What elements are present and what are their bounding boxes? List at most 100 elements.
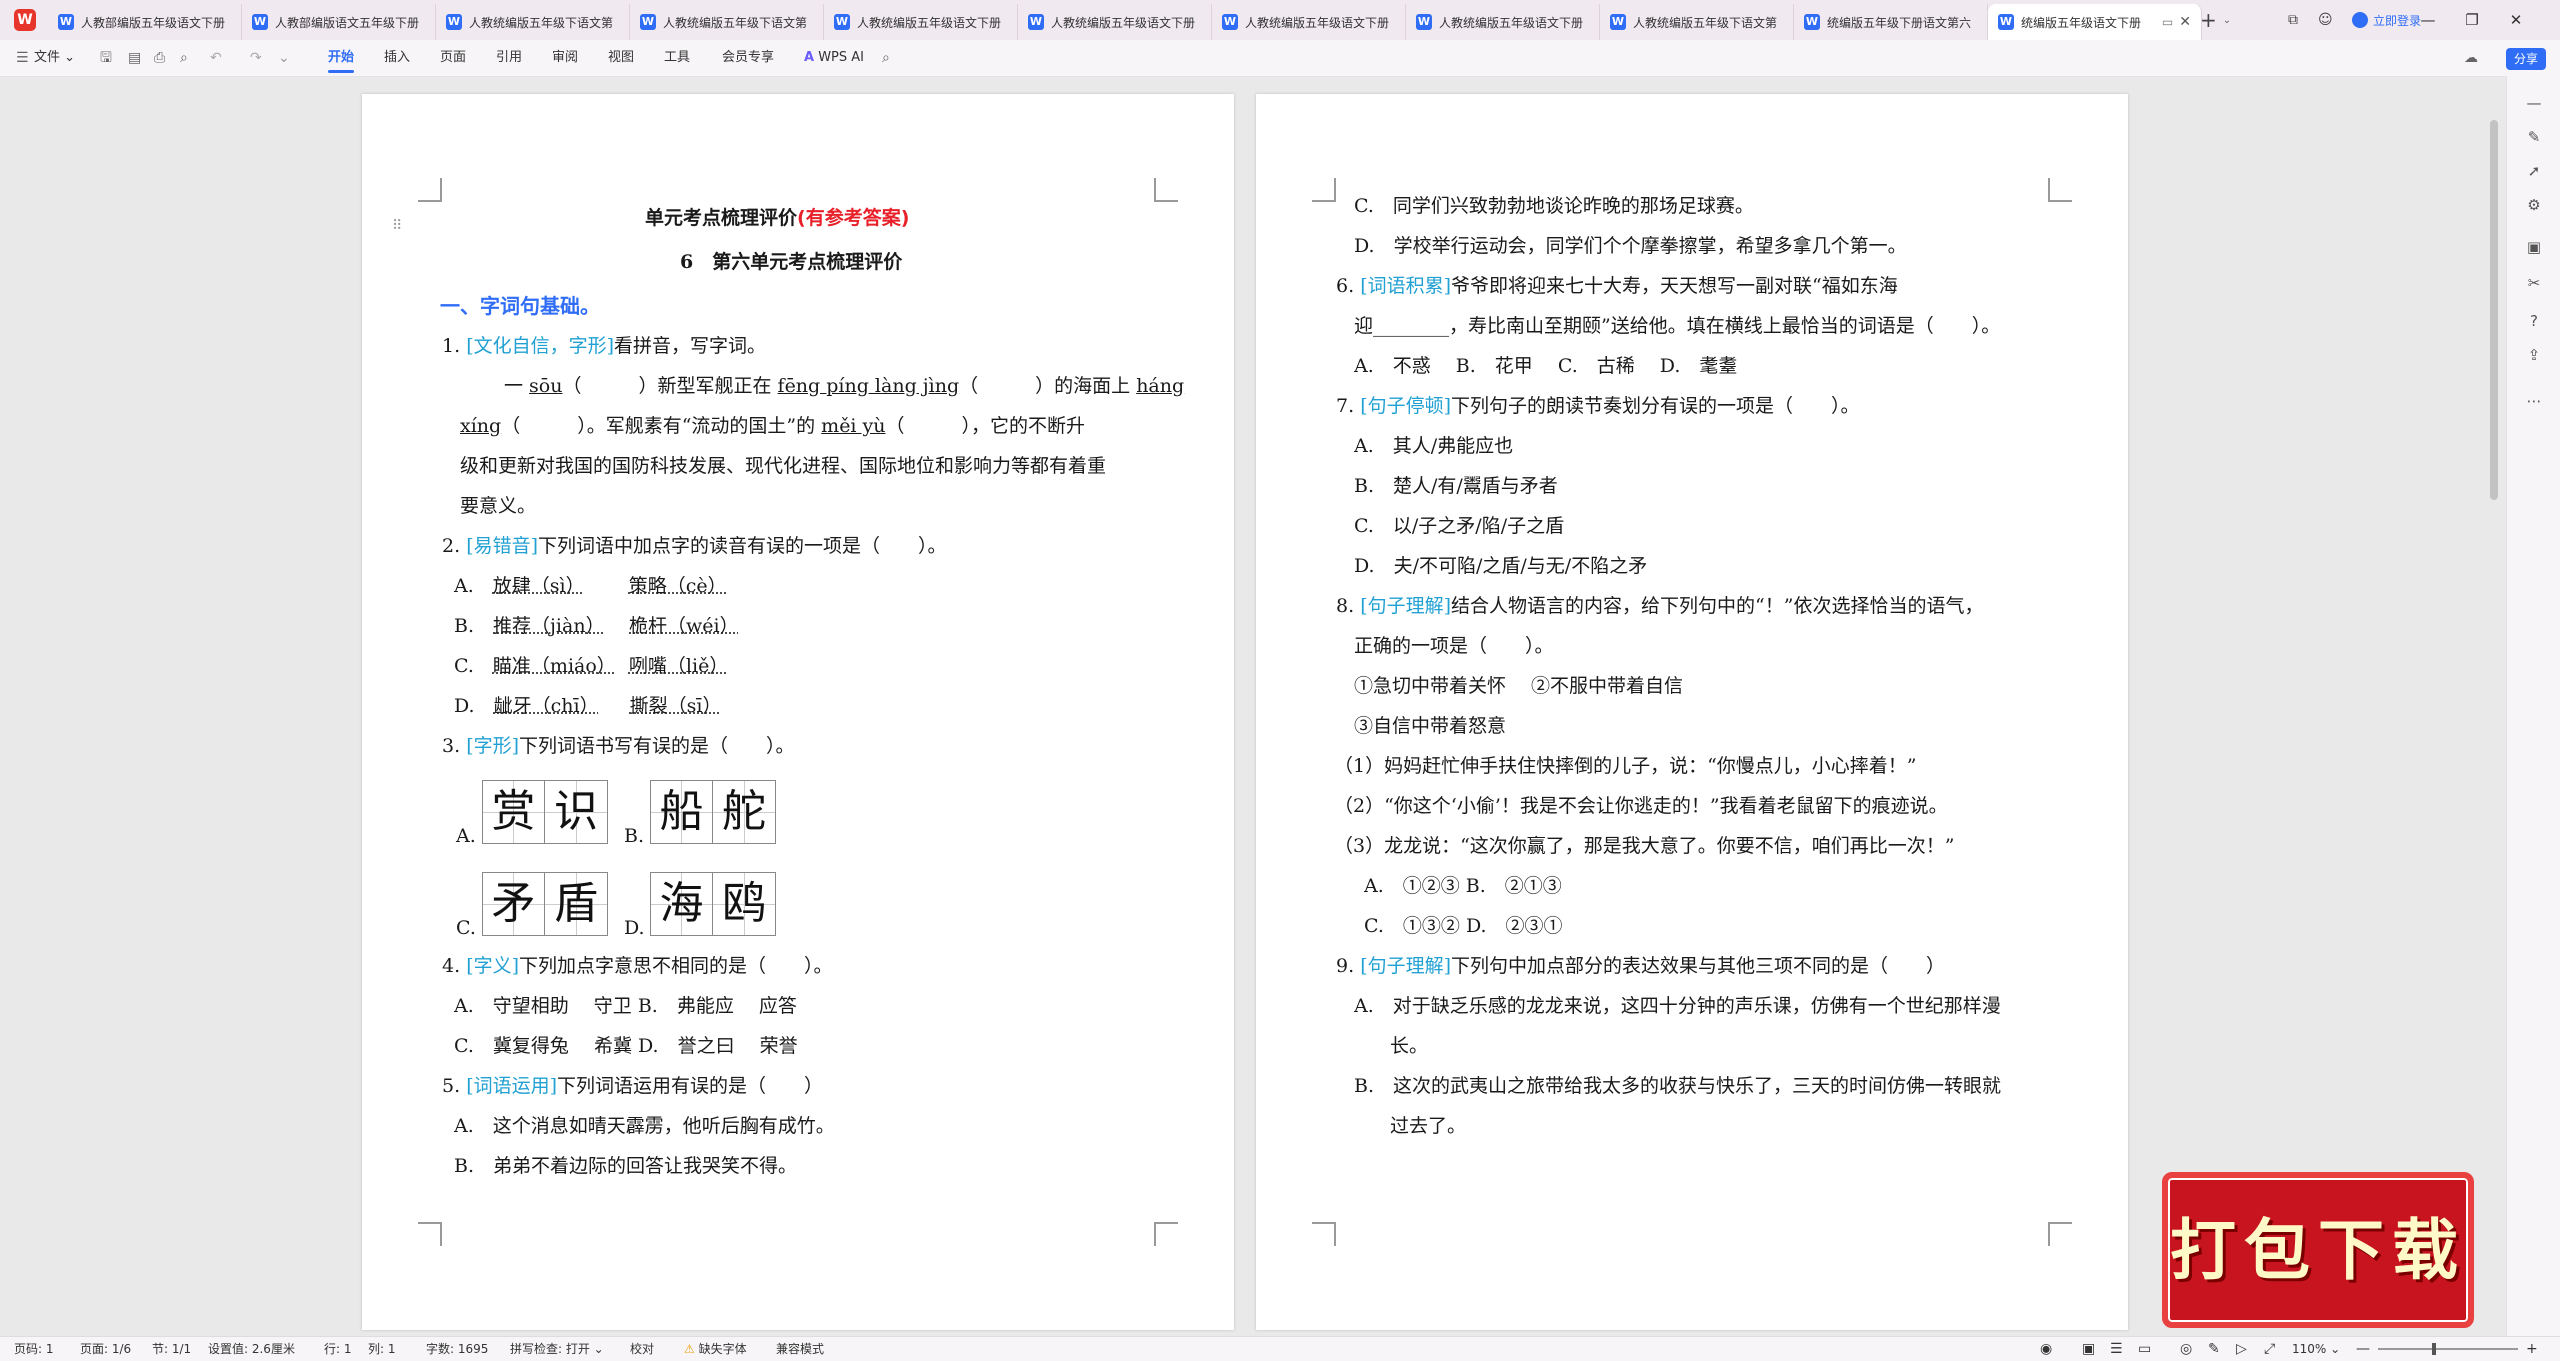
share-button[interactable]: 分享 — [2505, 48, 2546, 70]
help-icon[interactable]: ? — [2525, 312, 2543, 330]
document-tab[interactable]: W 人教部编版语文五年级下册 — [242, 4, 436, 40]
document-tab[interactable]: W 人教统编版五年级语文下册 — [1018, 4, 1212, 40]
page-view-icon[interactable]: ▣ — [2082, 1337, 2095, 1361]
menu-icon[interactable]: ☰ — [16, 40, 29, 76]
close-tab-icon[interactable]: ✕ — [2179, 14, 2191, 30]
wps-ai-button[interactable]: A WPS AI — [804, 40, 864, 76]
ribbon-tab-7[interactable]: 工具 — [664, 40, 690, 76]
fit-page-icon[interactable]: ⤢ — [2264, 1337, 2275, 1361]
wps-logo-icon[interactable]: W — [14, 9, 36, 31]
pen-icon[interactable]: ✎ — [2525, 128, 2543, 146]
ribbon-tab-3[interactable]: 页面 — [440, 40, 466, 76]
status-col[interactable]: 列: 1 — [368, 1337, 396, 1361]
save-icon[interactable]: 🖫 — [100, 40, 112, 76]
search-icon[interactable]: ⌕ — [882, 40, 890, 76]
adjust-icon[interactable]: ⚙ — [2525, 196, 2543, 214]
status-spell-check[interactable]: 拼写检查: 打开 ⌄ — [510, 1337, 604, 1361]
document-tab[interactable]: W 统编版五年级下册语文第六 — [1794, 4, 1988, 40]
drag-handle-icon[interactable]: ⠿ — [392, 212, 402, 240]
ribbon-tab-5[interactable]: 审阅 — [552, 40, 578, 76]
q3-tianzige-word: 矛盾 — [482, 872, 608, 936]
status-section[interactable]: 节: 1/1 — [152, 1337, 191, 1361]
tab-title: 人教统编版五年级下语文第 — [663, 15, 808, 30]
tab-window-icon[interactable]: ▭ — [2162, 15, 2173, 29]
q7-option-b: B. 楚人/有/鬻盾与矛者 — [1354, 475, 1558, 497]
zoom-slider-thumb[interactable] — [2432, 1343, 2436, 1355]
document-tab[interactable]: W 人教统编版五年级下语文第 — [630, 4, 824, 40]
undo-icon[interactable]: ↶ — [210, 40, 222, 76]
collapse-icon[interactable]: — — [2525, 94, 2543, 112]
status-bar: 页码: 1 页面: 1/6 节: 1/1 设置值: 2.6厘米 行: 1 列: … — [0, 1336, 2560, 1361]
close-window-icon[interactable]: ✕ — [2494, 11, 2538, 29]
question-8: 8. [句子理解]结合人物语言的内容，给下列句中的“！”依次选择恰当的语气， — [1336, 595, 1984, 617]
question-1: 1. [文化自信，字形]看拼音，写字词。 — [442, 335, 767, 357]
print-preview-icon[interactable]: ⌕ — [180, 40, 188, 76]
new-tab-button[interactable]: + ⌄ — [2200, 0, 2231, 40]
play-icon[interactable]: ▷ — [2236, 1337, 2247, 1361]
document-tab[interactable]: W 人教统编版五年级语文下册 — [824, 4, 1018, 40]
status-word-count[interactable]: 字数: 1695 — [426, 1337, 488, 1361]
status-page-code[interactable]: 页码: 1 — [14, 1337, 54, 1361]
web-view-icon[interactable]: ◎ — [2180, 1337, 2192, 1361]
q5-option-b: B. 弟弟不着边际的回答让我哭笑不得。 — [454, 1155, 798, 1177]
question-9: 9. [句子理解]下列句中加点部分的表达效果与其他三项不同的是（ ） — [1336, 955, 1946, 977]
writer-doc-icon: W — [640, 14, 656, 30]
question-3: 3. [字形]下列词语书写有误的是（ ）。 — [442, 735, 795, 757]
ribbon-tab-2[interactable]: 插入 — [384, 40, 410, 76]
zoom-level[interactable]: 110% ⌄ — [2292, 1337, 2340, 1361]
share-link-icon[interactable]: ⇪ — [2525, 346, 2543, 364]
select-pointer-icon[interactable]: ➚ — [2525, 162, 2543, 180]
document-tab-active[interactable]: W 统编版五年级语文下册 ▭ ✕ — [1988, 4, 2202, 40]
skin-icon[interactable]: ☺ — [2318, 0, 2333, 40]
more-icon[interactable]: ⋯ — [2525, 392, 2543, 410]
write-mode-icon[interactable]: ✎ — [2208, 1337, 2220, 1361]
comment-icon[interactable]: ☁ — [2464, 40, 2478, 76]
document-tab[interactable]: W 人教统编版五年级语文下册 — [1406, 4, 1600, 40]
restore-icon[interactable]: ❐ — [2450, 11, 2494, 29]
document-tab[interactable]: W 人教统编版五年级下语文第 — [436, 4, 630, 40]
q5-option-a: A. 这个消息如晴天霹雳，他听后胸有成竹。 — [454, 1115, 835, 1137]
export-pdf-icon[interactable]: ▤ — [128, 40, 141, 76]
zoom-slider[interactable] — [2378, 1348, 2518, 1350]
question-4: 4. [字义]下列加点字意思不相同的是（ ）。 — [442, 955, 833, 977]
zoom-out-icon[interactable]: — — [2356, 1337, 2370, 1361]
scrollbar-thumb[interactable] — [2490, 120, 2498, 500]
ribbon: ☰ 文件 ⌄ 🖫 ▤ ⎙ ⌕ ↶ ↷ ⌄ 开始 插入 页面 引用 审阅 视图 工具 会员专享 … — [0, 40, 2560, 77]
document-page-2[interactable]: C. 同学们兴致勃勃地谈论昨晚的那场足球赛。 D. 学校举行运动会，同学们个个摩… — [1256, 94, 2128, 1330]
window-layout-icon[interactable]: ⧉ — [2288, 0, 2298, 40]
document-tab[interactable]: W 人教部编版五年级语文下册 — [48, 4, 242, 40]
ribbon-tab-4[interactable]: 引用 — [496, 40, 522, 76]
status-row[interactable]: 行: 1 — [324, 1337, 352, 1361]
document-tab[interactable]: W 人教统编版五年级语文下册 — [1212, 4, 1406, 40]
download-pack-banner[interactable]: 打包下载 — [2162, 1172, 2474, 1328]
writer-doc-icon: W — [446, 14, 462, 30]
ribbon-tab-1[interactable]: 开始 — [328, 40, 355, 76]
outline-view-icon[interactable]: ☰ — [2110, 1337, 2123, 1361]
zoom-in-icon[interactable]: + — [2526, 1337, 2538, 1361]
q8-options-2: C. ①③② D. ②③① — [1364, 915, 1563, 937]
q8-options-1: A. ①②③ B. ②①③ — [1364, 875, 1562, 897]
crop-mark — [1312, 178, 1336, 202]
ribbon-tab-8[interactable]: 会员专享 — [722, 40, 774, 76]
status-missing-font[interactable]: ⚠ 缺失字体 — [684, 1337, 747, 1361]
minimize-icon[interactable]: — — [2406, 11, 2450, 29]
print-icon[interactable]: ⎙ — [154, 40, 165, 76]
q3-option-label: B. — [624, 825, 645, 847]
eye-protection-icon[interactable]: ◉ — [2040, 1337, 2052, 1361]
ribbon-tab-6[interactable]: 视图 — [608, 40, 634, 76]
status-proof[interactable]: 校对 — [630, 1337, 654, 1361]
file-menu[interactable]: 文件 ⌄ — [34, 40, 75, 76]
redo-icon[interactable]: ↷ — [250, 40, 262, 76]
q9-option-a-1: A. 对于缺乏乐感的龙龙来说，这四十分钟的声乐课，仿佛有一个世纪那样漫 — [1354, 995, 2001, 1017]
image-icon[interactable]: ▣ — [2525, 238, 2543, 256]
tab-title: 人教统编版五年级语文下册 — [857, 15, 1002, 30]
status-setting[interactable]: 设置值: 2.6厘米 — [208, 1337, 295, 1361]
status-page[interactable]: 页面: 1/6 — [80, 1337, 131, 1361]
document-tab[interactable]: W 人教统编版五年级下语文第 — [1600, 4, 1794, 40]
document-page-1[interactable]: ⠿ 单元考点梳理评价(有参考答案) 6 第六单元考点梳理评价 一、字词句基础。 … — [362, 94, 1234, 1330]
tools-icon[interactable]: ✂ — [2525, 274, 2543, 292]
tab-title: 人教统编版五年级语文下册 — [1245, 15, 1390, 30]
quick-access-more-icon[interactable]: ⌄ — [278, 40, 290, 76]
crop-mark — [418, 1222, 442, 1246]
reading-view-icon[interactable]: ▭ — [2138, 1337, 2151, 1361]
